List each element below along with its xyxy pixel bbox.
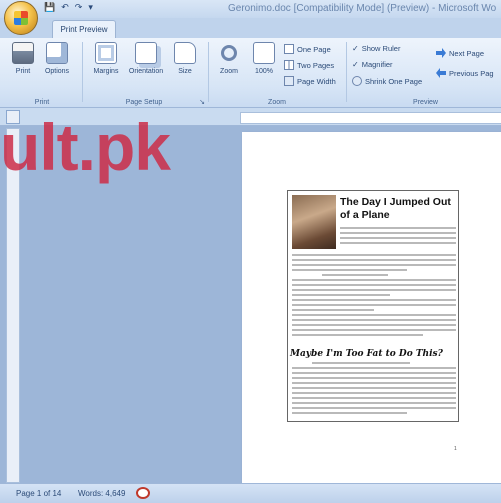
checkmark-icon: ✓ [352,44,359,53]
page-size-icon [174,42,196,64]
body-text-block [292,254,456,339]
margins-button[interactable]: Margins [88,42,124,75]
separator [346,42,347,102]
previous-page-button[interactable]: Previous Pag [436,68,494,78]
orientation-button[interactable]: Orientation [124,42,168,75]
print-button[interactable]: Print [6,42,40,75]
undo-icon[interactable]: ↶ [61,2,69,16]
page-width-icon [284,76,294,86]
article-title: The Day I Jumped Out of a Plane [340,196,451,221]
watermark: ult.pk [0,110,171,184]
size-button[interactable]: Size [170,42,200,75]
one-page-icon [284,44,294,54]
magnifying-glass-icon [221,45,237,61]
group-label-zoom: Zoom [268,99,286,106]
orientation-icon [135,42,157,64]
quick-access-toolbar: 💾 ↶ ↷ ▾ [44,2,93,16]
show-ruler-checkbox[interactable]: ✓ Show Ruler [352,44,400,53]
dialog-launcher-icon[interactable]: ↘ [198,98,206,106]
two-pages-button[interactable]: Two Pages [284,60,334,70]
shrink-one-page-button[interactable]: Shrink One Page [352,76,422,86]
group-label-print: Print [34,99,50,106]
status-bar: Page 1 of 14 Words: 4,649 [0,483,501,503]
group-label-preview: Preview [413,99,438,106]
article-subheading: Maybe I'm Too Fat to Do This? [290,349,443,359]
magnifier-checkbox[interactable]: ✓ Magnifier [352,60,393,69]
article-photo [292,195,336,249]
zoom-100-icon [253,42,275,64]
separator [208,42,209,102]
options-icon [46,42,68,64]
window-title: Geronimo.doc [Compatibility Mode] (Previ… [228,3,497,14]
separator [82,42,83,102]
one-page-button[interactable]: One Page [284,44,331,54]
page-count-status[interactable]: Page 1 of 14 [16,489,61,498]
options-button[interactable]: Options [40,42,74,75]
tab-print-preview[interactable]: Print Preview [52,20,116,38]
page-number: 1 [454,446,457,452]
redo-icon[interactable]: ↷ [75,2,83,16]
margins-icon [95,42,117,64]
printer-icon [12,42,34,64]
ruler-track [240,112,501,124]
body-text-block [292,362,456,417]
office-button[interactable] [4,1,38,35]
arrow-left-icon [436,68,446,78]
next-page-button[interactable]: Next Page [436,48,484,58]
ribbon: Print Options Print Margins Orientation … [0,38,501,108]
arrow-right-icon [436,48,446,58]
word-count-status[interactable]: Words: 4,649 [78,489,125,498]
checkmark-icon: ✓ [352,60,359,69]
body-text-block [340,227,456,247]
page-width-button[interactable]: Page Width [284,76,336,86]
proofing-icon[interactable] [136,487,150,499]
two-pages-icon [284,60,294,70]
customize-qat-icon[interactable]: ▾ [88,2,93,16]
zoom-100-button[interactable]: 100% [248,42,280,75]
group-label-page-setup: Page Setup [125,99,163,106]
zoom-button[interactable]: Zoom [212,42,246,75]
shrink-icon [352,76,362,86]
save-icon[interactable]: 💾 [44,2,55,16]
office-logo-icon [14,11,28,25]
